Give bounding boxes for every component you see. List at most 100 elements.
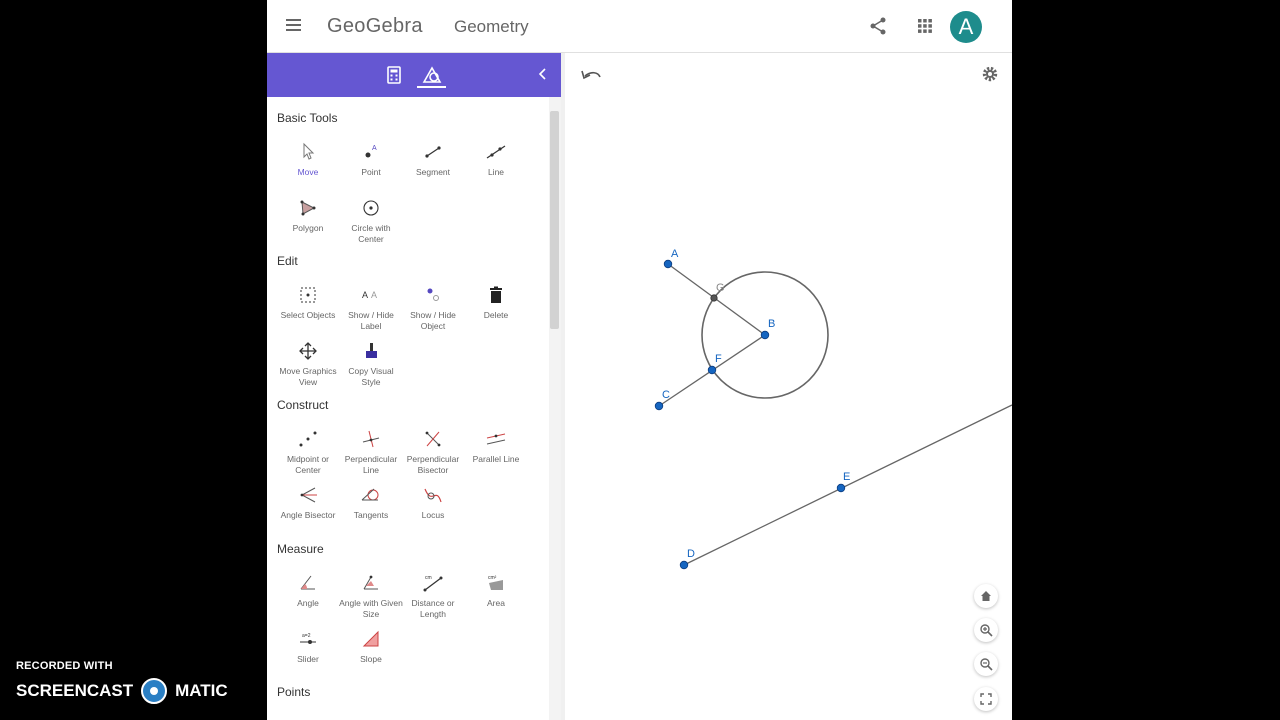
tool-select-objects[interactable]: Select Objects xyxy=(275,284,341,321)
tool-slope[interactable]: Slope xyxy=(338,628,404,665)
tool-segment[interactable]: Segment xyxy=(400,141,466,178)
svg-text:a=2: a=2 xyxy=(302,633,311,639)
tool-show-hide-object[interactable]: Show / Hide Object xyxy=(400,284,466,331)
tool-label: Locus xyxy=(421,510,445,520)
tool-label: Copy Visual Style xyxy=(348,366,394,387)
tools-icon[interactable] xyxy=(421,64,443,86)
tool-label: Polygon xyxy=(292,223,324,233)
midpoint-icon xyxy=(299,431,317,447)
apps-grid-icon[interactable] xyxy=(915,16,935,36)
circle-center-icon xyxy=(363,200,379,216)
point-b[interactable]: B xyxy=(760,318,775,340)
point-e[interactable]: E xyxy=(836,471,850,493)
point-g[interactable]: G xyxy=(710,282,725,302)
angle-given-size-icon xyxy=(363,575,378,590)
select-objects-icon xyxy=(300,287,316,303)
point-c[interactable]: C xyxy=(654,389,670,411)
section-construct: Construct xyxy=(277,398,329,412)
tool-tangents[interactable]: Tangents xyxy=(338,484,404,521)
tool-line[interactable]: Line xyxy=(463,141,529,178)
tool-angle[interactable]: Angle xyxy=(275,572,341,609)
tool-circle-center[interactable]: Circle with Center xyxy=(338,197,404,244)
tool-label: Select Objects xyxy=(280,310,336,320)
home-button[interactable] xyxy=(974,584,998,608)
tool-label: Segment xyxy=(415,167,451,177)
section-basic-tools: Basic Tools xyxy=(277,111,338,125)
avatar[interactable]: A xyxy=(950,11,982,43)
angle-bisector-icon xyxy=(300,487,317,503)
geometry-canvas[interactable]: A B C D E F G xyxy=(565,53,1012,720)
zoom-out-icon xyxy=(980,658,993,671)
line-de[interactable] xyxy=(683,404,1012,566)
tool-perpendicular-line[interactable]: Perpendicular Line xyxy=(338,428,404,475)
point-d[interactable]: D xyxy=(679,548,695,570)
tool-locus[interactable]: Locus xyxy=(400,484,466,521)
settings-icon[interactable] xyxy=(982,66,998,82)
slider-icon: a=2 xyxy=(300,633,316,644)
tangents-icon xyxy=(361,488,379,501)
tool-copy-visual-style[interactable]: Copy Visual Style xyxy=(338,340,404,387)
tool-label: Slider xyxy=(297,654,319,664)
calculator-icon[interactable] xyxy=(383,64,405,86)
tool-point[interactable]: A Point xyxy=(338,141,404,178)
recording-watermark: RECORDED WITH SCREENCAST MATIC xyxy=(16,660,228,704)
tool-midpoint[interactable]: Midpoint or Center xyxy=(275,428,341,475)
move-cursor-icon xyxy=(303,142,315,160)
tool-label: Point xyxy=(361,167,381,177)
tool-label: Midpoint or Center xyxy=(286,454,330,475)
point-a[interactable]: A xyxy=(663,248,679,269)
perpendicular-line-icon xyxy=(362,430,380,448)
polygon-icon xyxy=(300,200,316,216)
tool-label: Move Graphics View xyxy=(279,366,337,387)
svg-text:A: A xyxy=(372,145,377,152)
tool-label: Distance or Length xyxy=(411,598,455,619)
svg-text:cm²: cm² xyxy=(488,575,497,581)
point-f[interactable]: F xyxy=(707,353,722,375)
screencast-logo-icon xyxy=(141,678,168,704)
graphics-view[interactable]: A B C D E F G xyxy=(565,53,1012,720)
active-tab-indicator xyxy=(417,86,446,88)
tool-angle-given-size[interactable]: Angle with Given Size xyxy=(338,572,404,619)
tool-label: Tangents xyxy=(353,510,389,520)
area-icon: cm² xyxy=(488,575,503,590)
zoom-out-button[interactable] xyxy=(974,652,998,676)
svg-text:cm: cm xyxy=(425,575,432,581)
section-measure: Measure xyxy=(277,542,324,556)
section-edit: Edit xyxy=(277,254,298,268)
fullscreen-button[interactable] xyxy=(974,687,998,711)
tool-label: Perpendicular Line xyxy=(344,454,398,475)
tool-distance[interactable]: cm Distance or Length xyxy=(400,572,466,619)
tool-show-hide-label[interactable]: AA Show / Hide Label xyxy=(338,284,404,331)
tool-delete[interactable]: Delete xyxy=(463,284,529,321)
show-hide-label-icon: AA xyxy=(362,290,377,300)
tool-perpendicular-bisector[interactable]: Perpendicular Bisector xyxy=(400,428,466,475)
trash-icon xyxy=(490,286,502,303)
chevron-left-icon[interactable] xyxy=(535,66,551,82)
tool-move[interactable]: Move xyxy=(275,141,341,178)
tool-move-graphics-view[interactable]: Move Graphics View xyxy=(275,340,341,387)
tool-polygon[interactable]: Polygon xyxy=(275,197,341,234)
menu-icon[interactable] xyxy=(283,14,305,36)
point-icon: A xyxy=(365,145,377,158)
tool-label: Slope xyxy=(360,654,382,664)
tool-label: Area xyxy=(487,598,505,608)
tool-area[interactable]: cm² Area xyxy=(463,572,529,609)
zoom-in-button[interactable] xyxy=(974,618,998,642)
geogebra-logo: GeoGebra xyxy=(327,15,423,37)
show-hide-object-icon xyxy=(427,288,439,301)
tool-parallel-line[interactable]: Parallel Line xyxy=(463,428,529,465)
tool-label: Angle xyxy=(297,598,319,608)
distance-icon: cm xyxy=(423,575,443,592)
tool-angle-bisector[interactable]: Angle Bisector xyxy=(275,484,341,521)
share-icon[interactable] xyxy=(868,16,888,36)
svg-text:D: D xyxy=(687,548,695,560)
watermark-brand-right: MATIC xyxy=(175,681,228,700)
copy-style-icon xyxy=(366,343,377,358)
toolbar-header xyxy=(267,53,561,97)
geogebra-app: GeoGebra Geometry A Basic Tools Move A P… xyxy=(267,0,1012,720)
tool-label: Angle Bisector xyxy=(280,510,336,520)
scrollbar-thumb[interactable] xyxy=(550,111,559,329)
tool-slider[interactable]: a=2 Slider xyxy=(275,628,341,665)
undo-icon[interactable] xyxy=(581,70,601,80)
home-icon xyxy=(981,591,991,601)
